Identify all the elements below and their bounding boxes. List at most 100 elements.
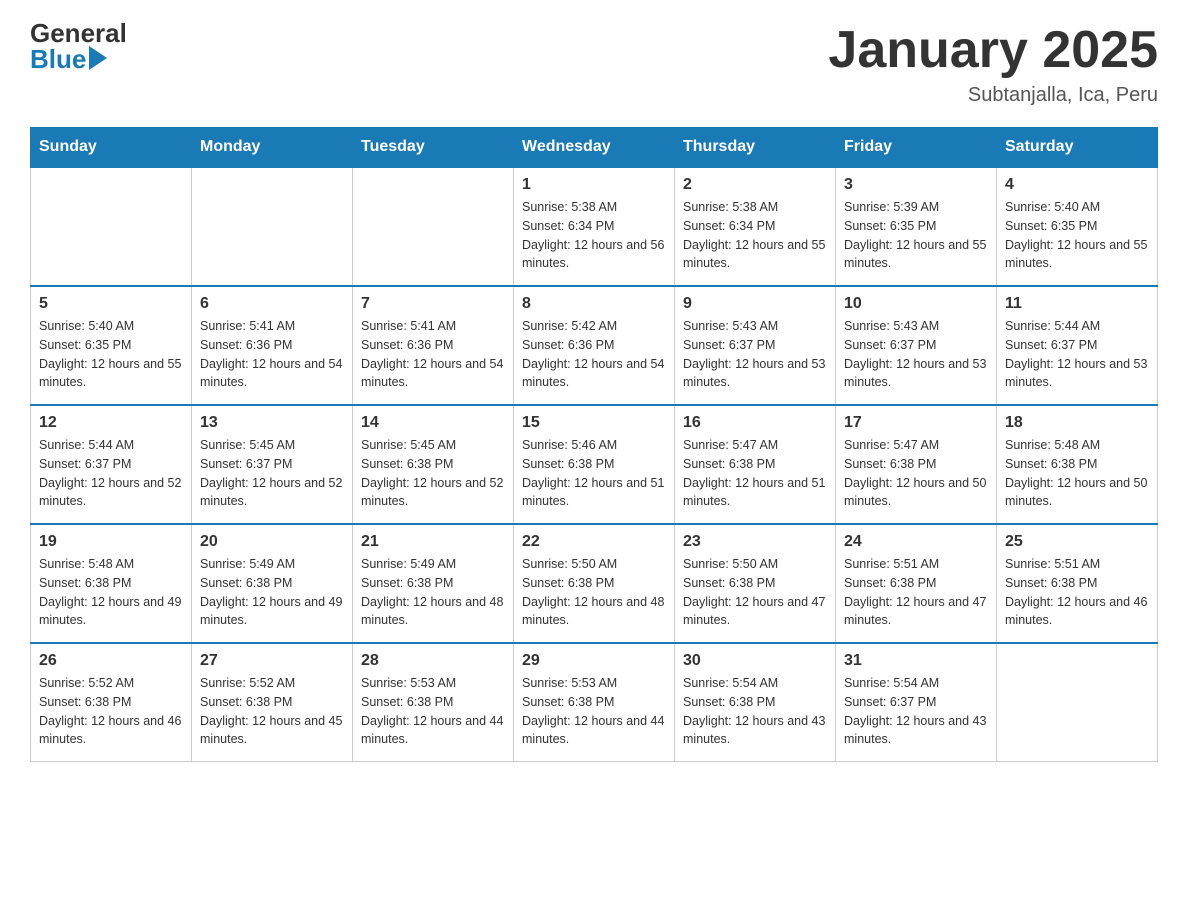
day-number: 18 [1005,414,1149,432]
day-info: Sunrise: 5:54 AMSunset: 6:37 PMDaylight:… [844,674,988,749]
calendar-day-cell: 22 Sunrise: 5:50 AMSunset: 6:38 PMDayligh… [514,524,675,643]
day-info: Sunrise: 5:48 AMSunset: 6:38 PMDaylight:… [39,555,183,630]
day-number: 4 [1005,176,1149,194]
day-number: 17 [844,414,988,432]
logo-blue-text: Blue [30,46,86,72]
day-number: 6 [200,295,344,313]
day-number: 3 [844,176,988,194]
day-number: 22 [522,533,666,551]
day-number: 29 [522,652,666,670]
calendar-subtitle: Subtanjalla, Ica, Peru [828,84,1158,107]
calendar-day-cell: 3Sunrise: 5:39 AMSunset: 6:35 PMDaylight… [836,167,997,286]
logo-general-text: General [30,20,127,46]
calendar-day-cell: 21 Sunrise: 5:49 AMSunset: 6:38 PMDayligh… [353,524,514,643]
day-info: Sunrise: 5:54 AMSunset: 6:38 PMDaylight:… [683,674,827,749]
calendar-day-cell: 11 Sunrise: 5:44 AMSunset: 6:37 PMDayligh… [997,286,1158,405]
calendar-day-cell: 28 Sunrise: 5:53 AMSunset: 6:38 PMDayligh… [353,643,514,762]
day-info: Sunrise: 5:41 AMSunset: 6:36 PMDaylight:… [200,317,344,392]
day-number: 28 [361,652,505,670]
day-number: 1 [522,176,666,194]
calendar-day-cell: 8Sunrise: 5:42 AMSunset: 6:36 PMDaylight… [514,286,675,405]
calendar-title: January 2025 [828,20,1158,80]
calendar-day-cell: 1 Sunrise: 5:38 AMSunset: 6:34 PMDaylight… [514,167,675,286]
day-number: 14 [361,414,505,432]
day-number: 16 [683,414,827,432]
day-info: Sunrise: 5:47 AMSunset: 6:38 PMDaylight:… [844,436,988,511]
calendar-day-cell: 12 Sunrise: 5:44 AMSunset: 6:37 PMDayligh… [31,405,192,524]
calendar-title-area: January 2025 Subtanjalla, Ica, Peru [828,20,1158,107]
day-info: Sunrise: 5:46 AMSunset: 6:38 PMDaylight:… [522,436,666,511]
calendar-day-header: Friday [836,128,997,168]
day-number: 21 [361,533,505,551]
calendar-day-cell: 30 Sunrise: 5:54 AMSunset: 6:38 PMDayligh… [675,643,836,762]
calendar-day-cell: 9Sunrise: 5:43 AMSunset: 6:37 PMDaylight… [675,286,836,405]
calendar-header: SundayMondayTuesdayWednesdayThursdayFrid… [31,128,1158,168]
day-info: Sunrise: 5:51 AMSunset: 6:38 PMDaylight:… [1005,555,1149,630]
day-number: 10 [844,295,988,313]
calendar-day-cell: 4 Sunrise: 5:40 AMSunset: 6:35 PMDaylight… [997,167,1158,286]
calendar-day-cell: 24 Sunrise: 5:51 AMSunset: 6:38 PMDayligh… [836,524,997,643]
calendar-day-cell: 13Sunrise: 5:45 AMSunset: 6:37 PMDayligh… [192,405,353,524]
day-number: 2 [683,176,827,194]
day-info: Sunrise: 5:45 AMSunset: 6:38 PMDaylight:… [361,436,505,511]
calendar-day-cell: 14 Sunrise: 5:45 AMSunset: 6:38 PMDayligh… [353,405,514,524]
day-number: 26 [39,652,183,670]
calendar-week-row: 5Sunrise: 5:40 AMSunset: 6:35 PMDaylight… [31,286,1158,405]
calendar-day-cell: 5Sunrise: 5:40 AMSunset: 6:35 PMDaylight… [31,286,192,405]
day-number: 19 [39,533,183,551]
day-number: 11 [1005,295,1149,313]
calendar-day-cell: 6 Sunrise: 5:41 AMSunset: 6:36 PMDaylight… [192,286,353,405]
calendar-day-cell: 25Sunrise: 5:51 AMSunset: 6:38 PMDayligh… [997,524,1158,643]
calendar-day-cell [353,167,514,286]
day-info: Sunrise: 5:38 AMSunset: 6:34 PMDaylight:… [522,198,666,273]
calendar-day-header: Tuesday [353,128,514,168]
day-number: 9 [683,295,827,313]
day-number: 23 [683,533,827,551]
day-info: Sunrise: 5:52 AMSunset: 6:38 PMDaylight:… [39,674,183,749]
day-info: Sunrise: 5:48 AMSunset: 6:38 PMDaylight:… [1005,436,1149,511]
calendar-day-cell: 18 Sunrise: 5:48 AMSunset: 6:38 PMDayligh… [997,405,1158,524]
logo: General Blue [30,20,127,72]
day-info: Sunrise: 5:43 AMSunset: 6:37 PMDaylight:… [844,317,988,392]
calendar-week-row: 12 Sunrise: 5:44 AMSunset: 6:37 PMDayligh… [31,405,1158,524]
calendar-day-cell: 19 Sunrise: 5:48 AMSunset: 6:38 PMDayligh… [31,524,192,643]
calendar-week-row: 26 Sunrise: 5:52 AMSunset: 6:38 PMDayligh… [31,643,1158,762]
day-info: Sunrise: 5:52 AMSunset: 6:38 PMDaylight:… [200,674,344,749]
day-number: 13 [200,414,344,432]
calendar-table: SundayMondayTuesdayWednesdayThursdayFrid… [30,127,1158,762]
day-number: 24 [844,533,988,551]
day-number: 20 [200,533,344,551]
day-number: 12 [39,414,183,432]
day-info: Sunrise: 5:40 AMSunset: 6:35 PMDaylight:… [1005,198,1149,273]
calendar-day-cell: 27 Sunrise: 5:52 AMSunset: 6:38 PMDayligh… [192,643,353,762]
day-info: Sunrise: 5:51 AMSunset: 6:38 PMDaylight:… [844,555,988,630]
calendar-day-header: Thursday [675,128,836,168]
calendar-day-header: Saturday [997,128,1158,168]
calendar-day-cell: 29 Sunrise: 5:53 AMSunset: 6:38 PMDayligh… [514,643,675,762]
logo-triangle-icon [89,46,107,70]
calendar-day-cell [31,167,192,286]
calendar-day-cell: 15Sunrise: 5:46 AMSunset: 6:38 PMDayligh… [514,405,675,524]
calendar-day-cell [192,167,353,286]
calendar-day-cell [997,643,1158,762]
day-info: Sunrise: 5:50 AMSunset: 6:38 PMDaylight:… [522,555,666,630]
day-info: Sunrise: 5:44 AMSunset: 6:37 PMDaylight:… [1005,317,1149,392]
calendar-week-row: 19 Sunrise: 5:48 AMSunset: 6:38 PMDayligh… [31,524,1158,643]
day-number: 8 [522,295,666,313]
calendar-day-cell: 20 Sunrise: 5:49 AMSunset: 6:38 PMDayligh… [192,524,353,643]
day-info: Sunrise: 5:47 AMSunset: 6:38 PMDaylight:… [683,436,827,511]
day-info: Sunrise: 5:53 AMSunset: 6:38 PMDaylight:… [522,674,666,749]
calendar-day-cell: 7Sunrise: 5:41 AMSunset: 6:36 PMDaylight… [353,286,514,405]
day-info: Sunrise: 5:41 AMSunset: 6:36 PMDaylight:… [361,317,505,392]
day-info: Sunrise: 5:49 AMSunset: 6:38 PMDaylight:… [200,555,344,630]
day-info: Sunrise: 5:50 AMSunset: 6:38 PMDaylight:… [683,555,827,630]
day-number: 27 [200,652,344,670]
day-info: Sunrise: 5:53 AMSunset: 6:38 PMDaylight:… [361,674,505,749]
day-number: 30 [683,652,827,670]
day-info: Sunrise: 5:44 AMSunset: 6:37 PMDaylight:… [39,436,183,511]
day-info: Sunrise: 5:49 AMSunset: 6:38 PMDaylight:… [361,555,505,630]
calendar-body: 1 Sunrise: 5:38 AMSunset: 6:34 PMDaylight… [31,167,1158,762]
calendar-day-cell: 31Sunrise: 5:54 AMSunset: 6:37 PMDayligh… [836,643,997,762]
calendar-day-header: Monday [192,128,353,168]
day-info: Sunrise: 5:38 AMSunset: 6:34 PMDaylight:… [683,198,827,273]
